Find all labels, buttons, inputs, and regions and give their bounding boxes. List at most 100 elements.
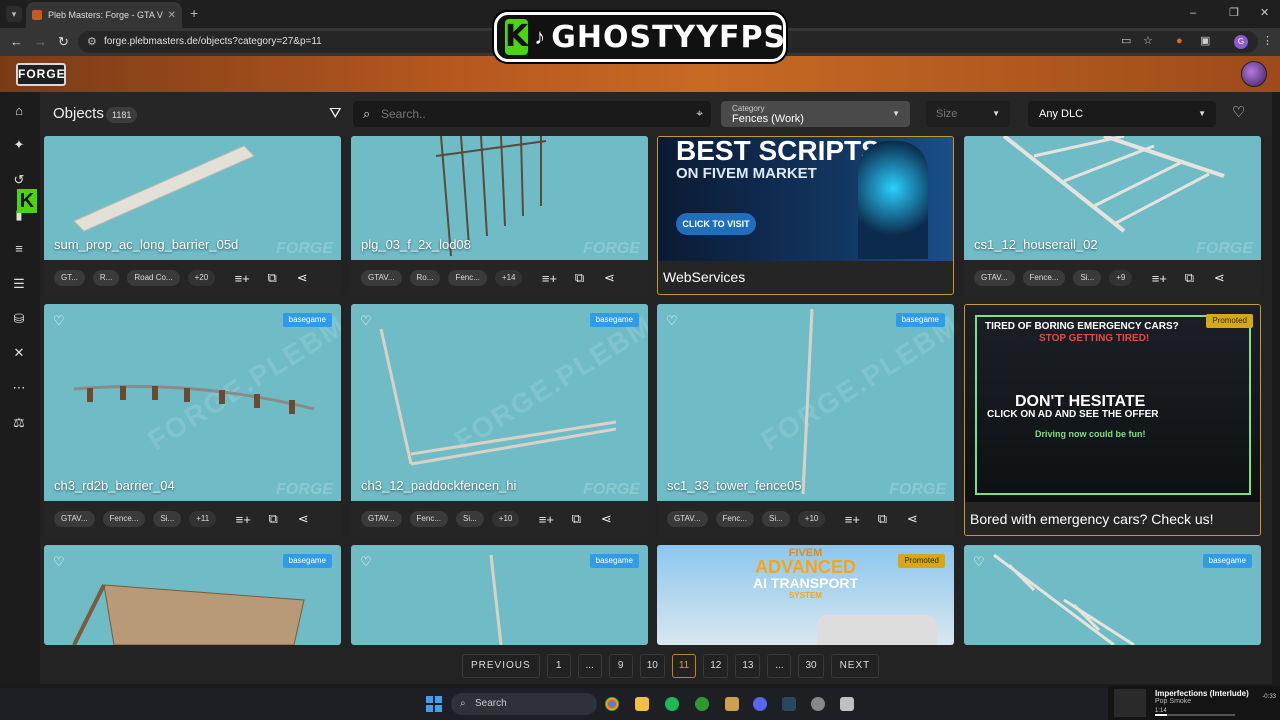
- track-progress[interactable]: [1155, 714, 1235, 716]
- extension-icon[interactable]: ●: [1176, 34, 1183, 48]
- ad-banner[interactable]: BEST SCRIPTS ON FIVEM MARKET CLICK TO VI…: [658, 137, 953, 261]
- playlist-icon[interactable]: ≡: [10, 240, 28, 258]
- add-to-list-icon[interactable]: ≡+: [1148, 271, 1170, 286]
- copy-icon[interactable]: ⧉: [871, 511, 893, 527]
- favorite-heart-icon[interactable]: ♡: [360, 554, 372, 570]
- tag-chip[interactable]: GTAV...: [54, 511, 95, 527]
- object-thumbnail[interactable]: FORGE.PLEBMASTERS ♡ basegame FORGE: [44, 304, 341, 501]
- ad-banner[interactable]: TIRED OF BORING EMERGENCY CARS? STOP GET…: [965, 305, 1260, 502]
- tag-chip[interactable]: Fenc...: [715, 511, 754, 527]
- share-icon[interactable]: ⋖: [598, 270, 620, 286]
- ad-banner[interactable]: FIVEM ADVANCED AI TRANSPORT SYSTEM Promo…: [657, 545, 954, 645]
- more-tags-chip[interactable]: +20: [187, 270, 216, 286]
- object-card[interactable]: FORGE cs1_12_houserail_02 GTAV... Fence.…: [964, 136, 1261, 296]
- page-button[interactable]: 10: [639, 654, 665, 678]
- ad-card[interactable]: FIVEM ADVANCED AI TRANSPORT SYSTEM Promo…: [657, 545, 954, 645]
- favorite-heart-icon[interactable]: ♡: [360, 313, 372, 329]
- share-icon[interactable]: ⋖: [291, 270, 313, 286]
- object-thumbnail[interactable]: FORGE.PLEBMASTERS ♡ basegame FORGE: [351, 304, 648, 501]
- share-icon[interactable]: ⋖: [1208, 270, 1230, 286]
- more-tags-chip[interactable]: +9: [1109, 270, 1133, 286]
- favorite-heart-icon[interactable]: ♡: [53, 554, 65, 570]
- copy-icon[interactable]: ⧉: [1178, 270, 1200, 286]
- page-button[interactable]: 30: [798, 654, 824, 678]
- page-button[interactable]: 9: [608, 654, 633, 678]
- tools-icon[interactable]: ✕: [10, 344, 28, 362]
- ad-card[interactable]: TIRED OF BORING EMERGENCY CARS? STOP GET…: [964, 304, 1261, 536]
- object-card[interactable]: FORGE plg_03_f_2x_lod08 GTAV... Ro... Fe…: [351, 136, 648, 296]
- list-icon[interactable]: ☰: [10, 275, 28, 293]
- object-card[interactable]: FORGE.PLEBMASTERS ♡ basegame FORGE sc1_3…: [657, 304, 954, 537]
- ad-label[interactable]: Bored with emergency cars? Check us!: [970, 511, 1214, 527]
- copy-icon[interactable]: ⧉: [568, 270, 590, 286]
- tag-chip[interactable]: GT...: [54, 270, 85, 286]
- tag-chip[interactable]: Si...: [1073, 270, 1102, 286]
- add-to-list-icon[interactable]: ≡+: [538, 271, 560, 286]
- app-icon[interactable]: [840, 697, 854, 711]
- tag-chip[interactable]: Fence...: [102, 511, 146, 527]
- search-input[interactable]: [381, 105, 681, 123]
- tag-chip[interactable]: Ro...: [409, 270, 441, 286]
- history-icon[interactable]: ↺: [10, 171, 28, 189]
- spotify-icon[interactable]: [665, 697, 679, 711]
- tag-chip[interactable]: Si...: [455, 511, 484, 527]
- close-tab-icon[interactable]: ✕: [168, 10, 176, 21]
- object-card[interactable]: FORGE sum_prop_ac_long_barrier_05d GT...…: [44, 136, 341, 296]
- tag-chip[interactable]: GTAV...: [361, 270, 402, 286]
- new-tab-icon[interactable]: +: [190, 6, 198, 20]
- favorite-heart-icon[interactable]: ♡: [973, 554, 985, 570]
- tab-search-menu-icon[interactable]: ▾: [6, 6, 22, 22]
- browser-menu-icon[interactable]: ⋮: [1262, 34, 1273, 48]
- more-icon[interactable]: ⋯: [10, 379, 28, 397]
- more-tags-chip[interactable]: +10: [491, 511, 520, 527]
- object-card[interactable]: ♡ basegame: [44, 545, 341, 645]
- extensions-puzzle-icon[interactable]: ▣: [1200, 34, 1210, 48]
- object-card[interactable]: FORGE.PLEBMASTERS ♡ basegame FORGE ch3_1…: [351, 304, 648, 537]
- site-info-icon[interactable]: ⚙: [87, 31, 97, 53]
- location-pin-icon[interactable]: ⌖: [696, 106, 703, 121]
- home-icon[interactable]: ⌂: [10, 102, 28, 120]
- steam-icon[interactable]: [782, 697, 796, 711]
- file-explorer-icon[interactable]: [635, 697, 649, 711]
- tag-chip[interactable]: GTAV...: [667, 511, 708, 527]
- database-icon[interactable]: ⛁: [10, 310, 28, 328]
- forward-icon[interactable]: →: [34, 34, 47, 50]
- page-button[interactable]: 12: [703, 654, 729, 678]
- tag-chip[interactable]: Fenc...: [409, 511, 448, 527]
- browser-tab[interactable]: Pleb Masters: Forge - GTA V Ob ✕: [26, 2, 182, 28]
- ad-visit-button[interactable]: CLICK TO VISIT: [676, 213, 756, 235]
- cast-icon[interactable]: ▭: [1121, 34, 1131, 48]
- app-icon[interactable]: [811, 697, 825, 711]
- object-card[interactable]: ♡ basegame: [351, 545, 648, 645]
- previous-page-button[interactable]: PREVIOUS: [462, 654, 540, 678]
- ad-card[interactable]: BEST SCRIPTS ON FIVEM MARKET CLICK TO VI…: [657, 136, 954, 295]
- back-icon[interactable]: ←: [10, 34, 23, 50]
- current-page-button[interactable]: 11: [671, 654, 697, 678]
- scales-icon[interactable]: ⚖: [10, 414, 28, 432]
- tag-chip[interactable]: GTAV...: [361, 511, 402, 527]
- user-avatar[interactable]: [1241, 61, 1267, 87]
- object-thumbnail[interactable]: ♡ basegame: [351, 545, 648, 645]
- page-button[interactable]: 13: [735, 654, 761, 678]
- windows-start-icon[interactable]: [426, 696, 442, 712]
- chrome-icon[interactable]: [605, 697, 619, 711]
- reload-icon[interactable]: ↻: [58, 34, 69, 50]
- favorite-heart-icon[interactable]: ♡: [53, 313, 65, 329]
- app-icon[interactable]: [725, 697, 739, 711]
- object-thumbnail[interactable]: ♡ basegame: [44, 545, 341, 645]
- discord-icon[interactable]: [753, 697, 767, 711]
- more-tags-chip[interactable]: +11: [189, 511, 217, 527]
- tag-chip[interactable]: Road Co...: [127, 270, 180, 286]
- more-tags-chip[interactable]: +10: [797, 511, 826, 527]
- tag-chip[interactable]: GTAV...: [974, 270, 1015, 286]
- size-select[interactable]: Size ▼: [926, 101, 1010, 127]
- add-to-list-icon[interactable]: ≡+: [231, 271, 253, 286]
- minimize-icon[interactable]: –: [1190, 6, 1196, 20]
- favorites-heart-icon[interactable]: ♡: [1232, 103, 1245, 121]
- sparkles-icon[interactable]: ✦: [10, 136, 28, 154]
- close-window-icon[interactable]: ✕: [1260, 6, 1269, 20]
- tag-chip[interactable]: Si...: [153, 511, 182, 527]
- page-button[interactable]: 1: [546, 654, 571, 678]
- copy-icon[interactable]: ⧉: [565, 511, 587, 527]
- next-page-button[interactable]: NEXT: [830, 654, 880, 678]
